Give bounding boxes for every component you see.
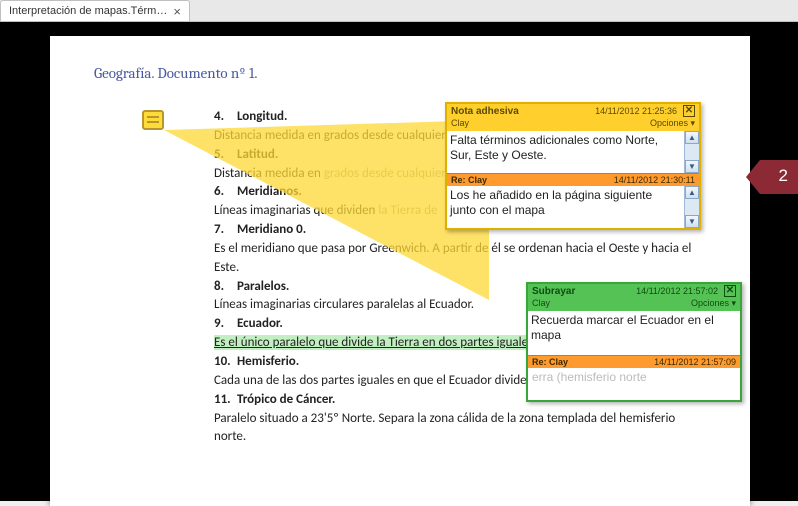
popup-author: Clay <box>532 298 691 309</box>
reply-message: Los he añadido en la página siguiente ju… <box>447 186 699 222</box>
popup-date: 14/11/2012 21:25:36 <box>595 106 677 116</box>
options-menu[interactable]: Opciones <box>650 118 695 129</box>
reply-author: Re: Clay <box>451 175 614 185</box>
sticky-note-icon[interactable] <box>142 110 164 130</box>
popup-message: Recuerda marcar el Ecuador en el mapa <box>528 311 740 347</box>
page: Geografía. Documento nº 1. 4. Longitud. … <box>50 36 750 506</box>
viewport: Geografía. Documento nº 1. 4. Longitud. … <box>0 22 798 501</box>
sticky-note-popup[interactable]: Nota adhesiva 14/11/2012 21:25:36 ✕ Clay… <box>445 102 701 230</box>
scrollbar[interactable]: ▲ ▼ <box>684 131 699 173</box>
scroll-down-icon[interactable]: ▼ <box>685 160 699 173</box>
tab-bar: Interpretación de mapas.Términos ... × <box>0 0 798 22</box>
popup-message: Falta términos adicionales como Norte, S… <box>447 131 699 167</box>
popup-date: 14/11/2012 21:57:02 <box>636 286 718 296</box>
scroll-up-icon[interactable]: ▲ <box>685 131 699 144</box>
reply-date: 14/11/2012 21:30:11 <box>614 175 695 185</box>
tab-title: Interpretación de mapas.Términos ... <box>9 5 167 17</box>
popup-author: Clay <box>451 118 650 129</box>
comment-count-callout[interactable]: 2 <box>750 160 798 194</box>
page-title: Geografía. Documento nº 1. <box>94 64 706 82</box>
options-menu[interactable]: Opciones <box>691 298 736 309</box>
reply-date: 14/11/2012 21:57:09 <box>654 357 736 367</box>
reply-author: Re: Clay <box>532 357 654 367</box>
highlighted-text[interactable]: Es el único paralelo que divide la Tierr… <box>214 335 536 350</box>
popup-type: Subrayar <box>532 286 575 297</box>
close-icon[interactable]: ✕ <box>683 105 695 117</box>
document-tab[interactable]: Interpretación de mapas.Términos ... × <box>0 0 190 21</box>
highlight-popup[interactable]: Subrayar 14/11/2012 21:57:02 ✕ Clay Opci… <box>526 282 742 402</box>
comment-count: 2 <box>779 166 788 186</box>
scroll-up-icon[interactable]: ▲ <box>685 186 699 199</box>
close-icon[interactable]: ✕ <box>724 285 736 297</box>
close-icon[interactable]: × <box>173 5 181 18</box>
popup-type: Nota adhesiva <box>451 106 519 117</box>
scroll-down-icon[interactable]: ▼ <box>685 215 699 228</box>
reply-input[interactable]: erra (hemisferio norte <box>528 368 740 400</box>
scrollbar[interactable]: ▲ ▼ <box>684 186 699 228</box>
